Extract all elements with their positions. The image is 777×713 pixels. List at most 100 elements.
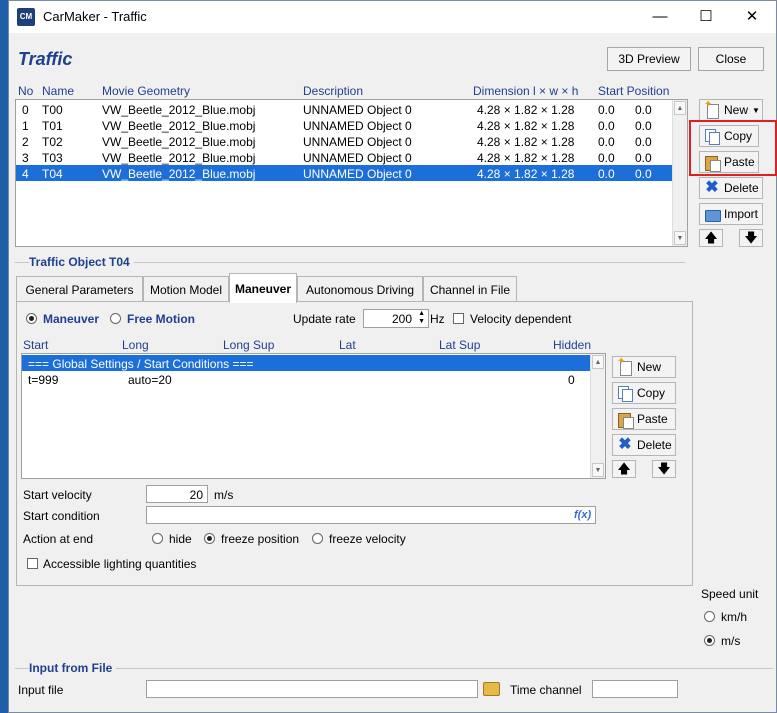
row-description: UNNAMED Object 0 bbox=[303, 119, 412, 133]
close-button[interactable]: Close bbox=[698, 47, 764, 71]
freeze-velocity-radio[interactable] bbox=[312, 533, 323, 544]
highlight-box bbox=[689, 120, 777, 176]
row-name: T03 bbox=[42, 151, 63, 165]
lighting-checkbox[interactable] bbox=[27, 558, 38, 569]
new-maneuver-button[interactable]: New bbox=[612, 356, 676, 378]
hide-radio[interactable] bbox=[152, 533, 163, 544]
start-velocity-input[interactable]: 20 bbox=[146, 485, 208, 503]
copy-label: Copy bbox=[637, 386, 666, 400]
scroll-up-icon[interactable]: ▲ bbox=[592, 355, 604, 369]
object-list-scrollbar[interactable]: ▲ ▼ bbox=[672, 100, 687, 246]
scroll-up-icon[interactable]: ▲ bbox=[674, 101, 686, 115]
new-document-icon bbox=[617, 356, 633, 376]
row-geometry: VW_Beetle_2012_Blue.mobj bbox=[102, 135, 256, 149]
3d-preview-button[interactable]: 3D Preview bbox=[607, 47, 691, 71]
copy-maneuver-button[interactable]: Copy bbox=[612, 382, 676, 404]
freeze-position-label: freeze position bbox=[221, 532, 300, 546]
row-dimension: 4.28 × 1.82 × 1.28 bbox=[477, 151, 575, 165]
import-object-button[interactable]: Import bbox=[699, 203, 763, 225]
formula-icon[interactable]: f(x) bbox=[574, 509, 591, 521]
carmaker-app-icon: CM bbox=[17, 8, 35, 26]
time-channel-field[interactable] bbox=[592, 680, 678, 698]
tab-motion-model[interactable]: Motion Model bbox=[143, 276, 229, 302]
import-label: Import bbox=[724, 207, 759, 221]
input-from-file-title: Input from File bbox=[29, 661, 117, 675]
global-settings-row[interactable]: === Global Settings / Start Conditions =… bbox=[28, 357, 253, 371]
free-motion-radio[interactable] bbox=[110, 313, 121, 324]
col-header-movie-geometry: Movie Geometry bbox=[102, 84, 191, 98]
maneuver-radio-label: Maneuver bbox=[43, 312, 100, 326]
tab-channel-in-file[interactable]: Channel in File bbox=[423, 276, 517, 302]
velocity-dependent-label: Velocity dependent bbox=[470, 312, 572, 326]
row-hidden: 0 bbox=[568, 373, 575, 387]
maneuver-radio[interactable] bbox=[26, 313, 37, 324]
delete-maneuver-button[interactable]: ✖ Delete bbox=[612, 434, 676, 456]
free-motion-radio-label: Free Motion bbox=[127, 312, 195, 326]
time-channel-label: Time channel bbox=[510, 683, 582, 697]
close-window-button[interactable]: ✕ bbox=[729, 1, 775, 33]
row-long: auto=20 bbox=[128, 373, 172, 387]
traffic-window: CM CarMaker - Traffic — ☐ ✕ Traffic 3D P… bbox=[8, 0, 777, 713]
delete-object-button[interactable]: ✖ Delete bbox=[699, 177, 763, 199]
kmh-radio[interactable] bbox=[704, 611, 715, 622]
tab-maneuver[interactable]: Maneuver bbox=[229, 273, 297, 303]
new-object-button[interactable]: New ▼ bbox=[699, 99, 763, 121]
update-rate-input[interactable]: 200 ▲ ▼ bbox=[363, 309, 429, 328]
minimize-button[interactable]: — bbox=[637, 1, 683, 33]
col-header-no: No bbox=[18, 84, 34, 98]
tab-general-parameters[interactable]: General Parameters bbox=[16, 276, 143, 302]
row-description: UNNAMED Object 0 bbox=[303, 151, 412, 165]
row-description: UNNAMED Object 0 bbox=[303, 103, 412, 117]
paste-maneuver-button[interactable]: Paste bbox=[612, 408, 676, 430]
ms-label: m/s bbox=[721, 634, 741, 648]
delete-icon: ✖ bbox=[618, 436, 632, 453]
row-geometry: VW_Beetle_2012_Blue.mobj bbox=[102, 103, 256, 117]
folder-icon bbox=[704, 206, 721, 222]
freeze-velocity-label: freeze velocity bbox=[329, 532, 406, 546]
row-pos-a: 0.0 bbox=[598, 103, 615, 117]
input-file-field[interactable] bbox=[146, 680, 478, 698]
row-start: t=999 bbox=[28, 373, 59, 387]
scroll-down-icon[interactable]: ▼ bbox=[592, 463, 604, 477]
row-pos-b: 0.0 bbox=[635, 119, 652, 133]
maximize-button[interactable]: ☐ bbox=[683, 1, 729, 33]
maneuver-list-scrollbar[interactable]: ▲ ▼ bbox=[590, 354, 605, 478]
delete-icon: ✖ bbox=[705, 179, 719, 196]
new-label: New bbox=[637, 360, 662, 374]
row-pos-b: 0.0 bbox=[635, 135, 652, 149]
col-header-dimension: Dimension l × w × h bbox=[473, 84, 579, 98]
row-name: T00 bbox=[42, 103, 63, 117]
spinner-icon[interactable]: ▲ ▼ bbox=[418, 310, 425, 326]
col-header-start-position: Start Position bbox=[598, 84, 670, 98]
row-name: T04 bbox=[42, 167, 63, 181]
velocity-dependent-checkbox[interactable] bbox=[453, 313, 464, 324]
delete-label: Delete bbox=[637, 438, 672, 452]
hide-radio-label: hide bbox=[169, 532, 192, 546]
start-velocity-value: 20 bbox=[189, 488, 203, 502]
col-header-lat: Lat bbox=[339, 338, 356, 352]
move-up-button[interactable]: 🡅 bbox=[699, 229, 723, 247]
tab-autonomous-driving[interactable]: Autonomous Driving bbox=[297, 276, 423, 302]
page-title: Traffic bbox=[18, 49, 73, 69]
folder-icon[interactable] bbox=[483, 682, 500, 696]
start-condition-label: Start condition bbox=[23, 509, 100, 523]
row-pos-a: 0.0 bbox=[598, 135, 615, 149]
row-dimension: 4.28 × 1.82 × 1.28 bbox=[477, 103, 575, 117]
scroll-down-icon[interactable]: ▼ bbox=[674, 231, 686, 245]
maneuver-list[interactable]: ▲ ▼ bbox=[21, 353, 606, 479]
freeze-position-radio[interactable] bbox=[204, 533, 215, 544]
row-geometry: VW_Beetle_2012_Blue.mobj bbox=[102, 151, 256, 165]
move-down-button[interactable]: 🡇 bbox=[739, 229, 763, 247]
col-header-hidden: Hidden bbox=[553, 338, 592, 352]
start-condition-input[interactable] bbox=[146, 506, 596, 524]
paste-icon bbox=[617, 411, 634, 429]
traffic-object-title: Traffic Object T04 bbox=[29, 255, 134, 269]
new-document-icon bbox=[704, 99, 720, 119]
row-name: T02 bbox=[42, 135, 63, 149]
lighting-label: Accessible lighting quantities bbox=[43, 557, 197, 571]
move-up-button[interactable]: 🡅 bbox=[612, 460, 636, 478]
ms-radio[interactable] bbox=[704, 635, 715, 646]
row-geometry: VW_Beetle_2012_Blue.mobj bbox=[102, 167, 256, 181]
speed-unit-label: Speed unit bbox=[701, 587, 759, 601]
move-down-button[interactable]: 🡇 bbox=[652, 460, 676, 478]
